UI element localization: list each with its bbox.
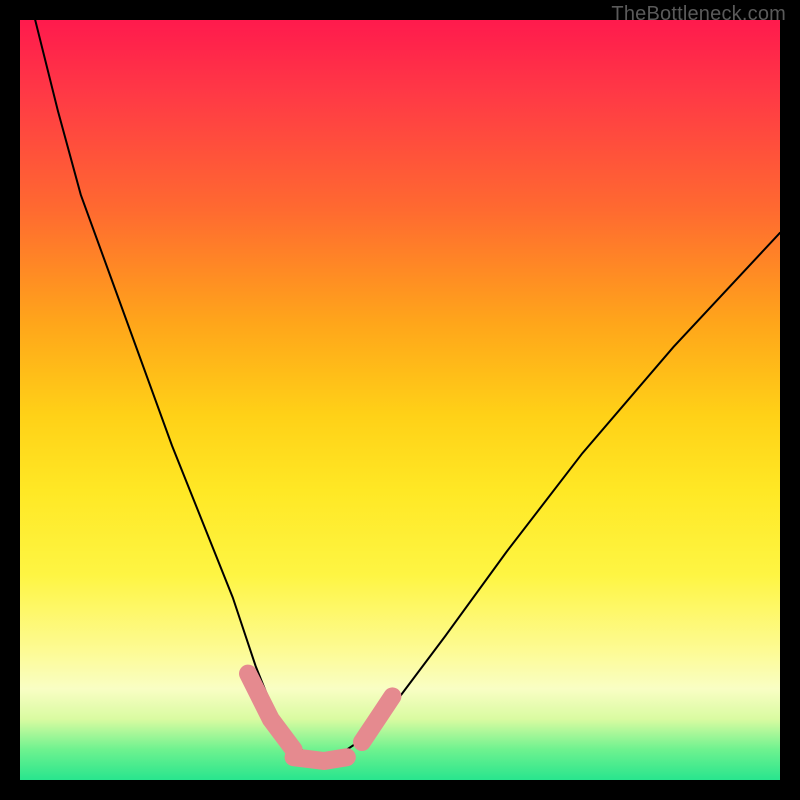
marker-layer <box>248 674 392 761</box>
chart-svg <box>20 20 780 780</box>
curve-layer <box>35 20 780 757</box>
chart-frame: TheBottleneck.com <box>0 0 800 800</box>
bottom-pink-line <box>294 757 347 761</box>
left-pink-line <box>248 674 294 750</box>
right-pink-line <box>362 696 392 742</box>
watermark-text: TheBottleneck.com <box>611 3 786 26</box>
bottleneck-curve-path <box>35 20 780 757</box>
plot-area <box>20 20 780 780</box>
